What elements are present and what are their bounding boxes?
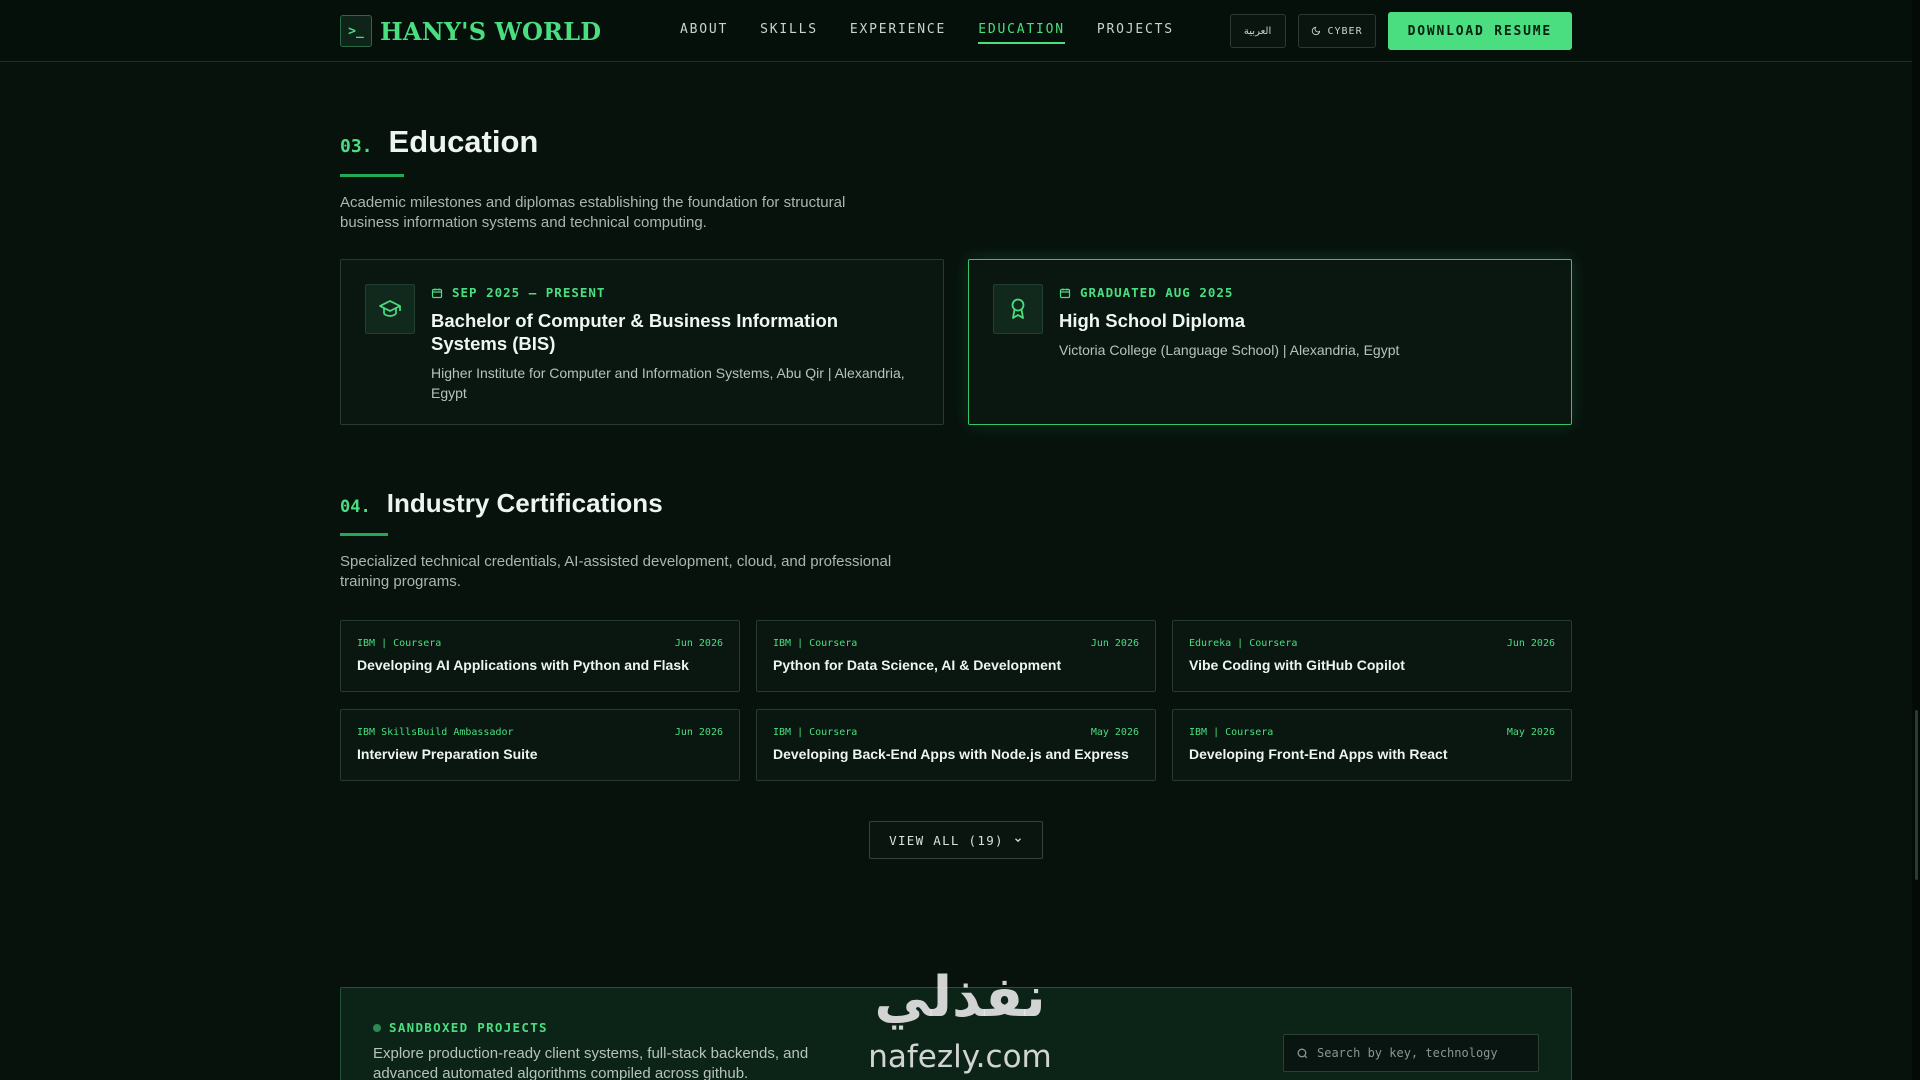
nav-link-experience[interactable]: EXPERIENCE: [850, 0, 946, 62]
top-navbar: >_ HANY'S WORLD ABOUT SKILLS EXPERIENCE …: [0, 0, 1912, 62]
nav-link-skills[interactable]: SKILLS: [760, 0, 818, 62]
section-number: 04.: [340, 497, 371, 517]
education-date-text: GRADUATED AUG 2025: [1080, 285, 1234, 300]
education-title: Bachelor of Computer & Business Informat…: [431, 310, 839, 354]
scrollbar-thumb[interactable]: [1915, 710, 1918, 880]
certification-card[interactable]: IBM | Coursera Jun 2026 Developing AI Ap…: [340, 620, 740, 692]
brand-name: HANY'S WORLD: [380, 16, 602, 46]
projects-search-input[interactable]: [1317, 1046, 1527, 1060]
section-underline: [340, 533, 388, 536]
brand-logo[interactable]: >_ HANY'S WORLD: [340, 15, 601, 47]
calendar-icon: [1059, 288, 1071, 298]
certification-date: Jun 2026: [1090, 638, 1139, 649]
view-all-label: VIEW ALL (19): [889, 832, 1004, 848]
section-description: Academic milestones and diplomas establi…: [340, 194, 846, 231]
theme-toggle-button[interactable]: CYBER: [1297, 14, 1376, 48]
projects-description: Explore production-ready client systems,…: [373, 1045, 809, 1080]
language-toggle-label: العربية: [1243, 25, 1272, 37]
projects-search-box[interactable]: [1283, 1034, 1539, 1072]
nav-links: ABOUT SKILLS EXPERIENCE EDUCATION PROJEC…: [680, 0, 1206, 62]
certification-issuer: Edureka | Coursera: [1189, 638, 1298, 649]
nav-link-about[interactable]: ABOUT: [680, 0, 728, 62]
projects-label-text: SANDBOXED PROJECTS: [389, 1020, 548, 1035]
certification-grid: IBM | Coursera Jun 2026 Developing AI Ap…: [340, 620, 1572, 782]
certification-issuer: IBM | Coursera: [357, 638, 442, 649]
certification-title: Python for Data Science, AI & Developmen…: [773, 657, 1062, 673]
certification-date: Jun 2026: [674, 727, 723, 738]
certifications-section: 04. Industry Certifications Specialized …: [340, 488, 1572, 592]
education-cards: SEP 2025 — PRESENT Bachelor of Computer …: [340, 259, 1572, 425]
projects-label: SANDBOXED PROJECTS: [373, 1020, 548, 1035]
education-date: SEP 2025 — PRESENT: [431, 285, 919, 300]
graduation-cap-icon: [365, 284, 415, 334]
certification-title: Interview Preparation Suite: [357, 746, 538, 762]
certification-issuer: IBM | Coursera: [773, 638, 858, 649]
education-date: GRADUATED AUG 2025: [1059, 285, 1547, 300]
nav-link-projects[interactable]: PROJECTS: [1097, 0, 1174, 62]
certification-title: Developing Back-End Apps with Node.js an…: [773, 746, 1129, 762]
certification-card[interactable]: IBM | Coursera May 2026 Developing Back-…: [756, 709, 1156, 781]
certification-card[interactable]: IBM | Coursera Jun 2026 Python for Data …: [756, 620, 1156, 692]
view-all-certifications-button[interactable]: VIEW ALL (19): [869, 821, 1043, 859]
section-underline: [340, 174, 404, 177]
certification-date: May 2026: [1506, 727, 1555, 738]
section-description: Specialized technical credentials, AI-as…: [340, 553, 892, 590]
education-date-text: SEP 2025 — PRESENT: [452, 285, 606, 300]
page-scrollbar[interactable]: [1912, 0, 1920, 1080]
calendar-icon: [431, 288, 443, 298]
language-toggle-button[interactable]: العربية: [1229, 14, 1286, 48]
status-dot-icon: [373, 1023, 381, 1032]
section-title: Industry Certifications: [386, 488, 663, 518]
certification-card[interactable]: IBM | Coursera May 2026 Developing Front…: [1172, 709, 1572, 781]
download-resume-button[interactable]: DOWNLOAD RESUME: [1387, 12, 1572, 50]
chevron-down-icon: [1014, 838, 1021, 843]
certification-issuer: IBM | Coursera: [773, 727, 858, 738]
certification-title: Developing AI Applications with Python a…: [357, 657, 689, 673]
education-section: 03. Education Academic milestones and di…: [340, 124, 1572, 233]
theme-toggle-label: CYBER: [1327, 25, 1363, 37]
nav-link-education[interactable]: EDUCATION: [978, 0, 1065, 62]
section-number: 03.: [340, 136, 373, 157]
education-card: SEP 2025 — PRESENT Bachelor of Computer …: [340, 259, 944, 425]
certification-date: May 2026: [1090, 727, 1139, 738]
certification-title: Developing Front-End Apps with React: [1189, 746, 1448, 762]
search-icon: [1297, 1048, 1308, 1058]
certification-issuer: IBM SkillsBuild Ambassador: [357, 727, 514, 738]
certification-date: Jun 2026: [1506, 638, 1555, 649]
projects-panel: SANDBOXED PROJECTS Explore production-re…: [340, 987, 1572, 1080]
education-institution: Victoria College (Language School) | Ale…: [1059, 342, 1400, 358]
award-icon: [993, 284, 1043, 334]
certification-date: Jun 2026: [674, 638, 723, 649]
certification-card[interactable]: IBM SkillsBuild Ambassador Jun 2026 Inte…: [340, 709, 740, 781]
certification-card[interactable]: Edureka | Coursera Jun 2026 Vibe Coding …: [1172, 620, 1572, 692]
certification-issuer: IBM | Coursera: [1189, 727, 1274, 738]
section-title: Education: [388, 124, 539, 159]
education-title: High School Diploma: [1059, 310, 1246, 331]
education-card: GRADUATED AUG 2025 High School Diploma V…: [968, 259, 1572, 425]
terminal-icon: >_: [340, 15, 372, 47]
education-institution: Higher Institute for Computer and Inform…: [431, 365, 905, 401]
moon-icon: [1311, 26, 1320, 36]
certification-title: Vibe Coding with GitHub Copilot: [1189, 657, 1405, 673]
